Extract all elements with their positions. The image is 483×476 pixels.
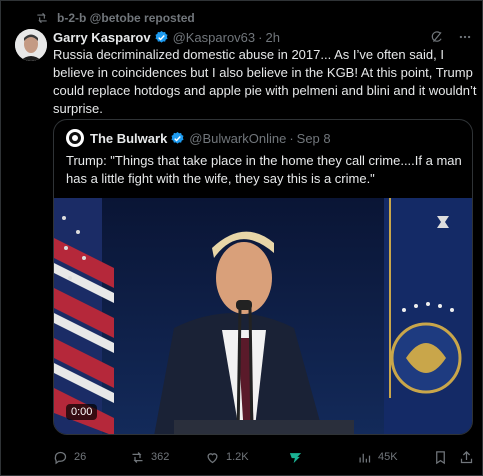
quote-avatar[interactable] [66, 129, 84, 147]
quoted-post[interactable]: The Bulwark @BulwarkOnline · Sep 8 Trump… [53, 119, 473, 435]
like-button[interactable]: 1.2K [205, 450, 249, 465]
action-bar: 26 362 1.2K 45K [53, 447, 473, 467]
views-chart-icon [359, 453, 371, 462]
reply-icon [54, 451, 67, 464]
share-button[interactable] [459, 450, 474, 465]
verified-badge-icon [171, 131, 184, 144]
quote-time[interactable]: Sep 8 [297, 131, 331, 146]
author-handle[interactable]: @Kasparov63 [173, 30, 256, 45]
post-time[interactable]: 2h [265, 30, 279, 45]
repost-count: 362 [151, 451, 170, 463]
repost-text: b-2-b @betobe reposted [57, 11, 195, 25]
quote-handle[interactable]: @BulwarkOnline [189, 131, 286, 146]
view-count: 45K [378, 451, 398, 463]
post-header: Garry Kasparov @Kasparov63 · 2h [53, 28, 472, 46]
views-button[interactable]: 45K [357, 450, 398, 465]
reply-button[interactable]: 26 [53, 450, 86, 465]
like-count: 1.2K [226, 451, 249, 463]
repost-indicator[interactable]: b-2-b @betobe reposted [35, 9, 195, 27]
separator: · [289, 130, 294, 146]
post-text: Russia decriminalized domestic abuse in … [53, 47, 477, 116]
video-thumbnail [54, 198, 472, 434]
grok-button[interactable] [288, 450, 303, 465]
grok-spark-icon [289, 452, 302, 463]
bookmark-button[interactable] [433, 450, 448, 465]
reply-count: 26 [74, 451, 87, 463]
quote-header: The Bulwark @BulwarkOnline · Sep 8 [66, 129, 331, 147]
verified-badge-icon [155, 30, 168, 43]
more-icon[interactable] [458, 30, 472, 44]
avatar[interactable] [15, 29, 47, 61]
video-player[interactable]: 0:00 [54, 198, 472, 434]
bookmark-icon [436, 450, 445, 464]
share-icon [460, 450, 473, 463]
repost-button[interactable]: 362 [130, 450, 169, 465]
watermark-logo [426, 212, 460, 234]
quote-text: Trump: "Things that take place in the ho… [66, 153, 462, 186]
post-container: b-2-b @betobe reposted Garry Kasparov @K… [0, 0, 483, 476]
author-name[interactable]: Garry Kasparov [53, 30, 151, 45]
repost-icon [132, 451, 143, 463]
heart-icon [207, 452, 218, 463]
grok-icon[interactable] [430, 30, 444, 44]
quote-author-name[interactable]: The Bulwark [90, 131, 167, 146]
repost-icon [37, 12, 47, 24]
video-time: 0:00 [66, 404, 98, 420]
separator: · [258, 29, 263, 45]
